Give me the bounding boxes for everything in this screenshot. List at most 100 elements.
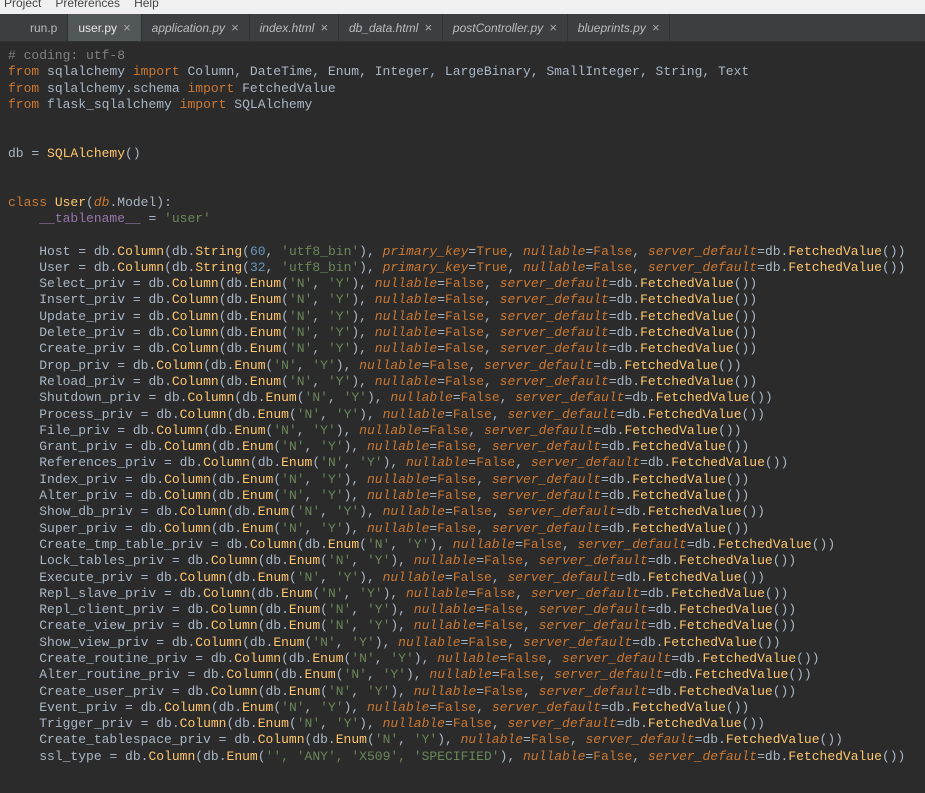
close-icon[interactable]: × <box>320 20 328 35</box>
db-ref: db <box>172 635 188 650</box>
code-editor[interactable]: # coding: utf-8 from sqlalchemy import C… <box>0 42 925 793</box>
call: Enum <box>242 439 273 454</box>
db-ref: db <box>148 309 164 324</box>
db-ref: db <box>219 439 235 454</box>
kwarg: nullable <box>523 244 585 259</box>
db-ref: db <box>219 488 235 503</box>
db-ref: db <box>211 651 227 666</box>
const: False <box>453 570 492 585</box>
db-ref: db <box>141 521 157 536</box>
const: False <box>593 244 632 259</box>
call: Column <box>172 276 219 291</box>
call: Enum <box>250 341 281 356</box>
kwarg: nullable <box>453 537 515 552</box>
dunder: __tablename__ <box>39 211 140 226</box>
call: FetchedValue <box>632 521 726 536</box>
call: Enum <box>242 472 273 487</box>
tab-postcontroller-py[interactable]: postController.py × <box>443 14 568 41</box>
string: 'N' <box>289 325 312 340</box>
db-ref: db <box>203 749 219 764</box>
close-icon[interactable]: × <box>231 20 239 35</box>
db-ref: db <box>141 488 157 503</box>
kwarg: nullable <box>414 602 476 617</box>
menu-preferences[interactable]: Preferences <box>55 0 120 10</box>
close-icon[interactable]: × <box>549 20 557 35</box>
db-ref: db <box>765 244 781 259</box>
string: 'Y' <box>312 358 335 373</box>
db-ref: db <box>640 635 656 650</box>
call: FetchedValue <box>671 586 765 601</box>
call: Column <box>172 325 219 340</box>
tab-label: postController.py <box>453 21 543 35</box>
db-ref: db <box>156 570 172 585</box>
db-ref: db <box>617 374 633 389</box>
kwarg: nullable <box>375 309 437 324</box>
db-ref: db <box>234 732 250 747</box>
menu-help[interactable]: Help <box>134 0 159 10</box>
tab-run[interactable]: run.p <box>20 14 68 41</box>
string: 'N' <box>289 292 312 307</box>
call: Enum <box>336 732 367 747</box>
module: sqlalchemy <box>47 64 125 79</box>
db-ref: db <box>648 455 664 470</box>
tab-application-py[interactable]: application.py× <box>142 14 250 41</box>
tab-user-py[interactable]: user.py× <box>68 14 141 41</box>
attr: Reload_priv <box>39 374 125 389</box>
const: False <box>453 716 492 731</box>
attr: Shutdown_priv <box>39 390 140 405</box>
db-ref: db <box>289 651 305 666</box>
call: Column <box>258 732 305 747</box>
db-ref: db <box>601 423 617 438</box>
string: 'Y' <box>328 341 351 356</box>
close-icon[interactable]: × <box>123 20 131 35</box>
call: Enum <box>258 407 289 422</box>
base: db <box>94 195 110 210</box>
db-ref: db <box>258 455 274 470</box>
call: Column <box>180 716 227 731</box>
keyword-from: from <box>8 81 39 96</box>
call: FetchedValue <box>640 309 734 324</box>
db-ref: db <box>624 570 640 585</box>
const: False <box>476 586 515 601</box>
const: False <box>593 749 632 764</box>
tab-db-data-html[interactable]: db_data.html× <box>339 14 443 41</box>
db-ref: db <box>305 537 321 552</box>
kwarg: nullable <box>523 749 585 764</box>
call: String <box>195 260 242 275</box>
db-ref: db <box>164 390 180 405</box>
attr: Repl_client_priv <box>39 602 164 617</box>
call: Enum <box>266 390 297 405</box>
const: False <box>500 667 539 682</box>
close-icon[interactable]: × <box>652 20 660 35</box>
const: False <box>429 358 468 373</box>
string: 'utf8_bin' <box>281 244 359 259</box>
string: 'Y' <box>390 651 413 666</box>
const: True <box>476 244 507 259</box>
kwarg: nullable <box>383 570 445 585</box>
tab-blueprints-py[interactable]: blueprints.py× <box>568 14 671 41</box>
db-ref: db <box>125 749 141 764</box>
string: 'N' <box>281 700 304 715</box>
db-ref: db <box>227 309 243 324</box>
db-ref: db <box>234 504 250 519</box>
tab-label: run.p <box>30 21 57 35</box>
menu-project[interactable]: Project <box>4 0 41 10</box>
kwarg: nullable <box>375 325 437 340</box>
tab-index-html[interactable]: index.html× <box>250 14 339 41</box>
db-ref: db <box>656 618 672 633</box>
call: FetchedValue <box>703 651 797 666</box>
string: 'N' <box>289 341 312 356</box>
const: False <box>507 651 546 666</box>
string: 'N' <box>328 684 351 699</box>
string: 'Y' <box>312 423 335 438</box>
call: Column <box>148 749 195 764</box>
string: 'Y' <box>320 439 343 454</box>
db-ref: db <box>141 439 157 454</box>
call: FetchedValue <box>648 504 742 519</box>
const: True <box>476 260 507 275</box>
const: False <box>476 455 515 470</box>
close-icon[interactable]: × <box>424 20 432 35</box>
db-ref: db <box>187 602 203 617</box>
string: 'N' <box>367 537 390 552</box>
db-ref: db <box>632 390 648 405</box>
